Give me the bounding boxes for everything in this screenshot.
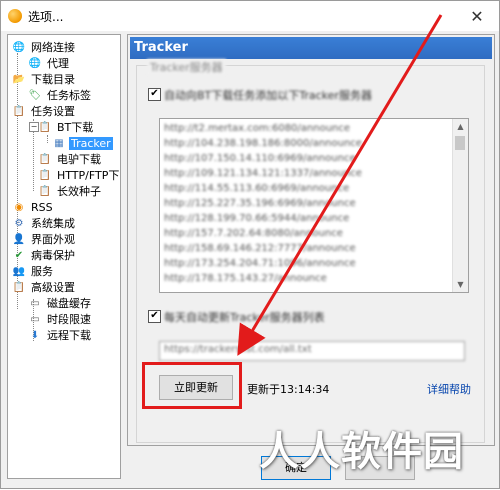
arrow-line — [237, 14, 443, 356]
options-window: 选项... ✕ − 🌐 网络连接 🌐 代理 📂 下载目录 🏷 任务标签 📋 任务设置 📋 B… — [0, 0, 500, 489]
annotation-arrow — [237, 14, 443, 356]
watermark: 人人软件园 — [259, 429, 464, 475]
